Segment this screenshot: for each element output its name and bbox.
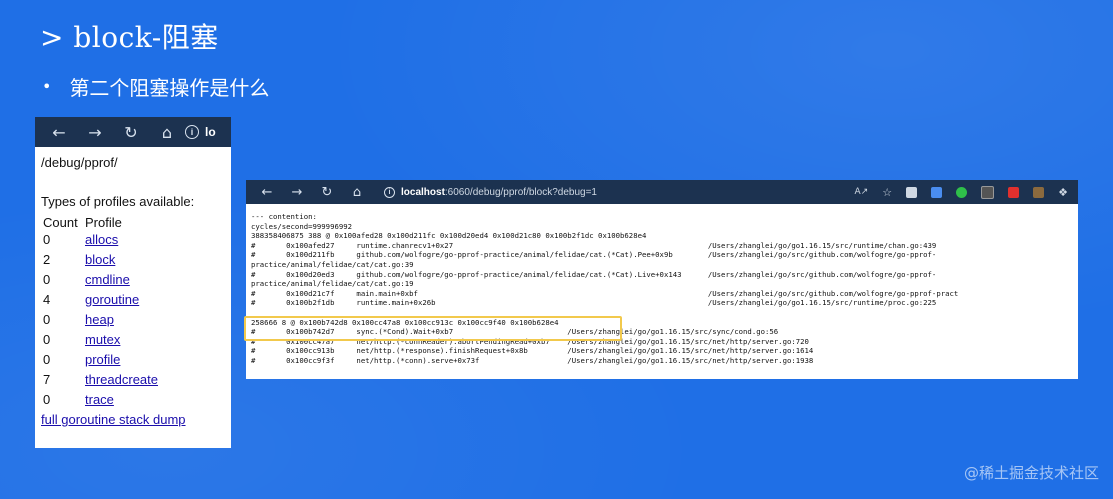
forward-arrow-icon[interactable]: → <box>282 185 312 200</box>
profile-count: 0 <box>43 232 51 247</box>
profile-link-goroutine[interactable]: goroutine <box>85 292 139 307</box>
bullet-marker: • <box>42 77 52 96</box>
address-bar[interactable]: i localhost:6060/debug/pprof/block?debug… <box>384 186 597 198</box>
profile-count: 0 <box>43 312 51 327</box>
right-browser-window: ← → ↻ ⌂ i localhost:6060/debug/pprof/blo… <box>246 180 1078 379</box>
left-browser-window: ← → ↻ ⌂ i lo /debug/pprof/ Types of prof… <box>35 117 231 448</box>
table-row: 0 trace <box>41 390 160 410</box>
table-row: 7 threadcreate <box>41 370 160 390</box>
slide-title: > block-阻塞 <box>40 21 219 54</box>
profile-count: 7 <box>43 372 51 387</box>
blue-extension-icon[interactable] <box>931 186 943 198</box>
back-arrow-icon[interactable]: ← <box>41 123 77 142</box>
table-row: 0 profile <box>41 350 160 370</box>
brown-extension-icon[interactable] <box>1033 186 1045 198</box>
green-extension-icon[interactable] <box>956 186 968 198</box>
block-profile-dump: --- contention: cycles/second=999996992 … <box>251 212 959 365</box>
url-host: localhost <box>401 186 445 198</box>
read-aloud-icon[interactable]: A↗ <box>855 187 869 198</box>
types-heading: Types of profiles available: <box>41 194 195 209</box>
info-icon[interactable]: i <box>185 125 199 139</box>
profile-link-allocs[interactable]: allocs <box>85 232 118 247</box>
url-fragment: lo <box>205 125 216 139</box>
pprof-index-page: /debug/pprof/ Types of profiles availabl… <box>35 147 231 435</box>
home-icon[interactable]: ⌂ <box>149 123 185 142</box>
right-browser-toolbar: ← → ↻ ⌂ i localhost:6060/debug/pprof/blo… <box>246 180 1078 204</box>
table-row: 4 goroutine <box>41 290 160 310</box>
extension-bar: A↗ ☆ ❖ <box>855 185 1072 199</box>
full-goroutine-dump-link[interactable]: full goroutine stack dump <box>41 412 225 427</box>
profile-table: Count Profile 0 allocs 2 block 0 cmdline 4 g… <box>41 215 160 410</box>
profile-count: 0 <box>43 272 51 287</box>
address-bar[interactable]: i lo <box>185 125 216 139</box>
table-header-row: Count Profile <box>41 215 160 230</box>
table-row: 2 block <box>41 250 160 270</box>
extensions-puzzle-icon[interactable]: ❖ <box>1058 187 1068 198</box>
profile-link-threadcreate[interactable]: threadcreate <box>85 372 158 387</box>
profile-count: 4 <box>43 292 51 307</box>
favorite-star-icon[interactable]: ☆ <box>882 187 892 198</box>
home-icon[interactable]: ⌂ <box>342 185 372 200</box>
red-extension-icon[interactable] <box>1008 186 1020 198</box>
table-row: 0 mutex <box>41 330 160 350</box>
reload-icon[interactable]: ↻ <box>312 185 342 200</box>
left-browser-toolbar: ← → ↻ ⌂ i lo <box>35 117 231 147</box>
profile-count: 0 <box>43 392 51 407</box>
page-path: /debug/pprof/ <box>41 155 118 170</box>
table-row: 0 heap <box>41 310 160 330</box>
info-icon[interactable]: i <box>384 186 395 198</box>
forward-arrow-icon[interactable]: → <box>77 123 113 142</box>
profile-link-cmdline[interactable]: cmdline <box>85 272 130 287</box>
profile-count: 0 <box>43 332 51 347</box>
bullet-text: 第二个阻塞操作是什么 <box>69 76 270 100</box>
profile-count: 0 <box>43 352 51 367</box>
profile-link-heap[interactable]: heap <box>85 312 114 327</box>
profile-link-trace[interactable]: trace <box>85 392 114 407</box>
profile-link-block[interactable]: block <box>85 252 115 267</box>
grid-extension-icon[interactable] <box>906 186 918 198</box>
profile-link-profile[interactable]: profile <box>85 352 120 367</box>
profile-link-mutex[interactable]: mutex <box>85 332 120 347</box>
slide-bullet: • 第二个阻塞操作是什么 <box>42 72 269 101</box>
back-arrow-icon[interactable]: ← <box>252 185 282 200</box>
profile-count: 2 <box>43 252 51 267</box>
dark-extension-icon[interactable] <box>981 185 995 199</box>
table-row: 0 allocs <box>41 230 160 250</box>
table-row: 0 cmdline <box>41 270 160 290</box>
count-header: Count <box>43 215 78 230</box>
profile-header: Profile <box>85 215 122 230</box>
url-path: :6060/debug/pprof/block?debug=1 <box>444 186 597 198</box>
reload-icon[interactable]: ↻ <box>113 123 149 142</box>
watermark: @稀土掘金技术社区 <box>963 464 1099 482</box>
